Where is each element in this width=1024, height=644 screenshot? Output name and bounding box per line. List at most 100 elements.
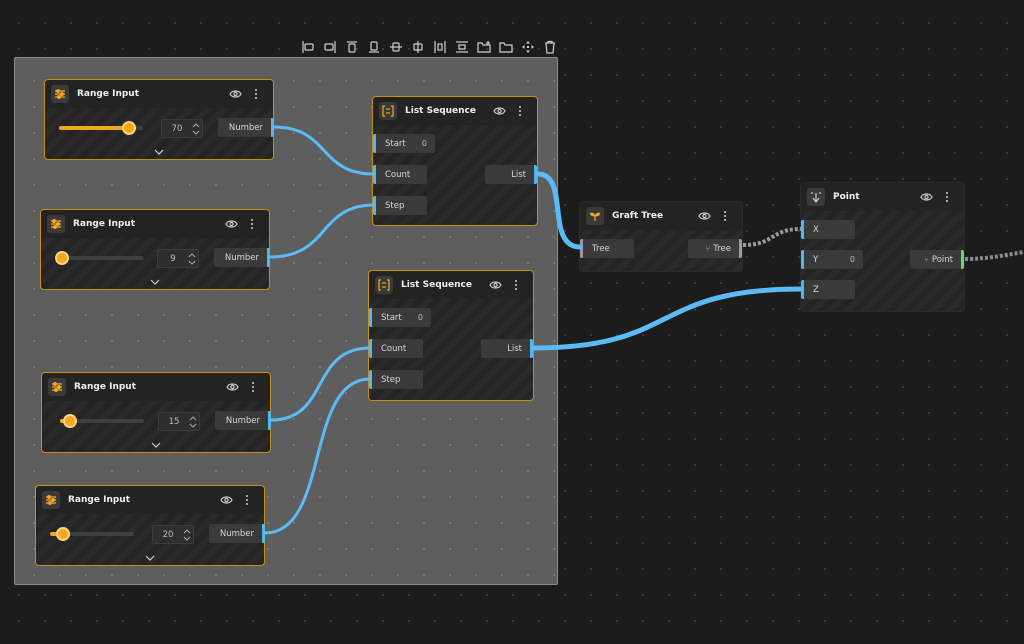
- range-slider[interactable]: [60, 414, 144, 428]
- eye-icon[interactable]: [698, 210, 712, 222]
- expand-chevron-icon[interactable]: [145, 555, 155, 561]
- align-hcenter-icon[interactable]: [320, 38, 340, 56]
- output-port-tree[interactable]: ⑂ Tree: [688, 239, 742, 258]
- node-header[interactable]: List Sequence: [373, 97, 537, 125]
- wire-graft-to-point-x[interactable]: [742, 227, 802, 247]
- input-port-start[interactable]: Start 0: [373, 134, 435, 153]
- value-input[interactable]: 70: [161, 119, 203, 138]
- range-slider[interactable]: [59, 121, 143, 135]
- stepper[interactable]: [192, 122, 200, 136]
- slider-handle[interactable]: [55, 251, 70, 265]
- stepper[interactable]: [189, 415, 197, 429]
- expand-chevron-icon[interactable]: [150, 279, 160, 285]
- eye-icon[interactable]: [226, 381, 240, 393]
- chevron-down-icon[interactable]: [183, 536, 191, 542]
- add-folder-icon[interactable]: [474, 38, 494, 56]
- value-input[interactable]: 15: [158, 412, 200, 431]
- align-left-icon[interactable]: [298, 38, 318, 56]
- chevron-up-icon[interactable]: [189, 415, 197, 421]
- range-slider[interactable]: [55, 251, 143, 265]
- input-port-tree[interactable]: Tree: [580, 239, 634, 258]
- more-options-icon[interactable]: [242, 493, 252, 507]
- output-port-number[interactable]: Number: [209, 524, 265, 543]
- input-port-count[interactable]: Count: [373, 165, 427, 184]
- more-options-icon[interactable]: [942, 190, 952, 204]
- more-options-icon[interactable]: [720, 209, 730, 223]
- node-header[interactable]: Range Input: [42, 373, 270, 401]
- eye-icon[interactable]: [920, 191, 934, 203]
- list-sequence-icon: [375, 276, 393, 294]
- output-port-point[interactable]: ⑂ Point: [910, 250, 964, 269]
- chevron-up-icon[interactable]: [188, 252, 196, 258]
- range-input-node[interactable]: Range Input 9 Number: [40, 209, 270, 290]
- chevron-up-icon[interactable]: [192, 122, 200, 128]
- chevron-down-icon[interactable]: [188, 260, 196, 266]
- expand-chevron-icon[interactable]: [154, 149, 164, 155]
- chevron-down-icon[interactable]: [192, 130, 200, 136]
- point-icon: [807, 188, 825, 206]
- range-slider[interactable]: [50, 527, 134, 541]
- value-input[interactable]: 20: [152, 525, 194, 544]
- output-port-list[interactable]: List: [485, 165, 537, 184]
- selection-toolbar: [298, 38, 560, 56]
- node-header[interactable]: Range Input: [45, 80, 273, 108]
- range-input-node[interactable]: Range Input 70 Number: [44, 79, 274, 160]
- output-port-number[interactable]: Number: [214, 248, 270, 267]
- stepper[interactable]: [183, 528, 191, 542]
- input-port-z[interactable]: Z: [801, 280, 855, 299]
- range-input-node[interactable]: Range Input 15 Number: [41, 372, 271, 453]
- chevron-up-icon[interactable]: [183, 528, 191, 534]
- input-port-count[interactable]: Count: [369, 339, 423, 358]
- sprout-icon: [586, 207, 604, 225]
- node-header[interactable]: Range Input: [41, 210, 269, 238]
- range-input-node[interactable]: Range Input 20 Number: [35, 485, 265, 566]
- more-options-icon[interactable]: [247, 217, 257, 231]
- output-port-list[interactable]: List: [481, 339, 533, 358]
- eye-icon[interactable]: [220, 494, 234, 506]
- node-header[interactable]: Range Input: [36, 486, 264, 514]
- value-input[interactable]: 9: [157, 249, 199, 268]
- input-port-start[interactable]: Start 0: [369, 308, 431, 327]
- align-top-icon[interactable]: [364, 38, 384, 56]
- move-icon[interactable]: [518, 38, 538, 56]
- list-sequence-node[interactable]: List Sequence Start 0 Count Step List: [368, 270, 534, 401]
- wire-point-out[interactable]: [964, 250, 1024, 261]
- eye-icon[interactable]: [225, 218, 239, 230]
- more-options-icon[interactable]: [515, 104, 525, 118]
- trash-icon[interactable]: [540, 38, 560, 56]
- input-port-step[interactable]: Step: [369, 370, 423, 389]
- distribute-h-icon[interactable]: [430, 38, 450, 56]
- stepper[interactable]: [188, 252, 196, 266]
- input-port-y[interactable]: Y0: [801, 250, 863, 269]
- more-options-icon[interactable]: [248, 380, 258, 394]
- more-options-icon[interactable]: [251, 87, 261, 101]
- eye-icon[interactable]: [489, 279, 503, 291]
- expand-chevron-icon[interactable]: [151, 442, 161, 448]
- slider-handle[interactable]: [56, 527, 71, 541]
- point-node[interactable]: Point X Y0 Z ⑂ Point: [800, 182, 965, 312]
- node-title: Graft Tree: [612, 211, 664, 221]
- list-sequence-icon: [379, 102, 397, 120]
- distribute-v-icon[interactable]: [452, 38, 472, 56]
- list-sequence-node[interactable]: List Sequence Start 0 Count Step List: [372, 96, 538, 226]
- node-header[interactable]: List Sequence: [369, 271, 533, 299]
- graft-tree-node[interactable]: Graft Tree Tree ⑂ Tree: [579, 201, 743, 272]
- output-port-number[interactable]: Number: [218, 118, 274, 137]
- node-header[interactable]: Point: [801, 183, 964, 211]
- node-header[interactable]: Graft Tree: [580, 202, 742, 230]
- align-vcenter-icon[interactable]: [386, 38, 406, 56]
- folder-icon[interactable]: [496, 38, 516, 56]
- input-port-step[interactable]: Step: [373, 196, 427, 215]
- slider-handle[interactable]: [121, 121, 136, 135]
- slider-handle[interactable]: [63, 414, 78, 428]
- wire-ls2-to-point-z[interactable]: [530, 286, 804, 351]
- align-bottom-icon[interactable]: [408, 38, 428, 56]
- more-options-icon[interactable]: [511, 278, 521, 292]
- eye-icon[interactable]: [493, 105, 507, 117]
- sliders-icon: [51, 85, 69, 103]
- output-port-number[interactable]: Number: [215, 411, 271, 430]
- input-port-x[interactable]: X: [801, 220, 855, 239]
- align-right-icon[interactable]: [342, 38, 362, 56]
- chevron-down-icon[interactable]: [189, 423, 197, 429]
- eye-icon[interactable]: [229, 88, 243, 100]
